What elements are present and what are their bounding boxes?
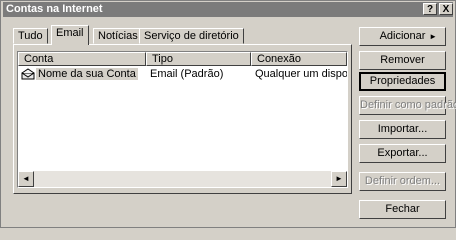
cell-conexao: Qualquer um dispo... [255, 68, 347, 80]
cell-conta: Nome da sua Conta [21, 67, 145, 81]
tab-tudo[interactable]: Tudo [13, 28, 48, 44]
remover-button[interactable]: Remover [359, 51, 446, 70]
tab-email[interactable]: Email [51, 25, 89, 45]
definir-como-padrao-button[interactable]: Definir como padrão [359, 96, 456, 115]
horizontal-scrollbar[interactable]: ◄ ► [18, 171, 347, 187]
window-title: Contas na Internet [6, 3, 103, 15]
propriedades-button[interactable]: Propriedades [359, 72, 446, 91]
cell-tipo: Email (Padrão) [150, 68, 224, 80]
adicionar-label: Adicionar [379, 30, 426, 42]
column-header-conexao[interactable]: Conexão [251, 52, 347, 66]
column-header-tipo[interactable]: Tipo [146, 52, 251, 66]
tab-noticias[interactable]: Notícias [93, 28, 143, 44]
adicionar-button[interactable]: Adicionar ► [359, 27, 446, 46]
column-header-conta[interactable]: Conta [18, 52, 146, 66]
mail-account-icon [21, 68, 35, 80]
scroll-track[interactable] [34, 171, 331, 187]
accounts-list[interactable]: Conta Tipo Conexão Nome da sua Conta Ema… [17, 51, 348, 188]
definir-ordem-button[interactable]: Definir ordem... [359, 172, 446, 191]
fechar-button[interactable]: Fechar [359, 200, 446, 219]
exportar-button[interactable]: Exportar... [359, 144, 446, 163]
help-button[interactable]: ? [423, 3, 437, 15]
tab-servico-de-diretorio[interactable]: Serviço de diretório [139, 28, 244, 44]
list-header: Conta Tipo Conexão [18, 52, 347, 66]
scroll-right-icon[interactable]: ► [331, 171, 347, 187]
account-name: Nome da sua Conta [36, 68, 138, 80]
close-button[interactable]: X [439, 3, 453, 15]
scroll-left-icon[interactable]: ◄ [18, 171, 34, 187]
list-item[interactable]: Nome da sua Conta Email (Padrão) Qualque… [18, 67, 347, 81]
arrow-right-icon: ► [429, 32, 437, 41]
importar-button[interactable]: Importar... [359, 120, 446, 139]
title-bar[interactable]: Contas na Internet ? X [3, 2, 453, 17]
dialog-window: Contas na Internet ? X Tudo Email Notíci… [0, 0, 456, 228]
